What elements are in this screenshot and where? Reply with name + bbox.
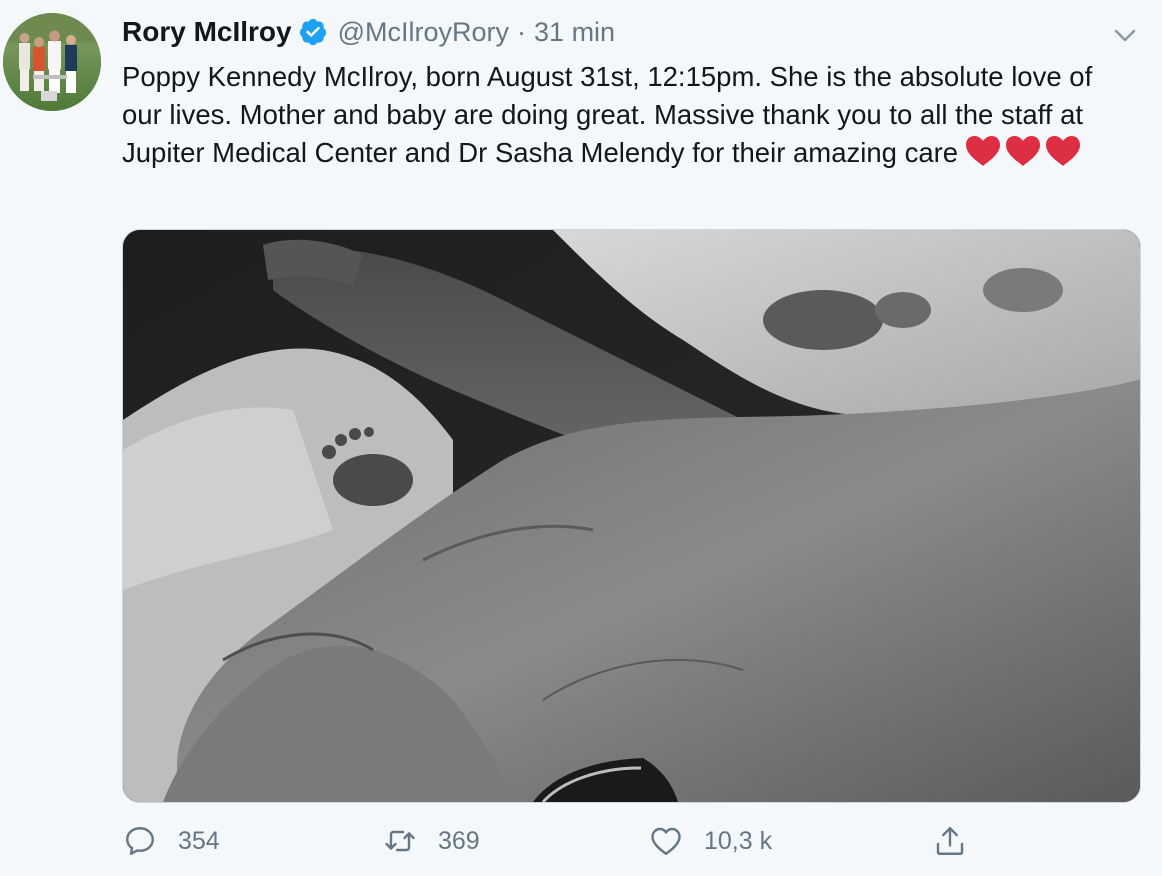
tweet-header: Rory McIlroy @McIlroyRory · 31 min [122, 14, 615, 50]
tweet-body: Poppy Kennedy McIlroy, born August 31st,… [122, 61, 1093, 168]
photo-image [123, 230, 1140, 802]
handle[interactable]: @McIlroyRory [338, 17, 509, 48]
like-icon [651, 827, 681, 855]
retweet-button[interactable]: 369 [382, 818, 480, 864]
verified-badge-icon [298, 17, 328, 47]
retweet-icon [385, 830, 415, 852]
tweet-actions: 354 369 10,3 k [122, 818, 1139, 864]
reply-count: 354 [178, 826, 220, 855]
avatar-photo [3, 13, 101, 111]
reply-button[interactable]: 354 [122, 818, 220, 864]
chevron-down-icon[interactable] [1110, 20, 1140, 50]
tweet-card[interactable]: Rory McIlroy @McIlroyRory · 31 min Poppy… [0, 0, 1162, 876]
hearts-emoji [964, 134, 1082, 168]
display-name[interactable]: Rory McIlroy [122, 16, 292, 48]
avatar[interactable] [3, 13, 101, 111]
timestamp[interactable]: 31 min [534, 17, 615, 48]
tweet-photo[interactable] [122, 229, 1141, 803]
reply-icon [126, 827, 154, 855]
heart-icon [1046, 136, 1081, 166]
share-button[interactable] [932, 818, 968, 864]
heart-icon [1006, 136, 1041, 166]
share-icon [936, 827, 964, 855]
tweet-text: Poppy Kennedy McIlroy, born August 31st,… [122, 58, 1132, 172]
like-button[interactable]: 10,3 k [648, 818, 772, 864]
like-count: 10,3 k [704, 826, 773, 855]
heart-icon [966, 136, 1001, 166]
separator-dot: · [517, 16, 527, 47]
retweet-count: 369 [438, 826, 480, 855]
